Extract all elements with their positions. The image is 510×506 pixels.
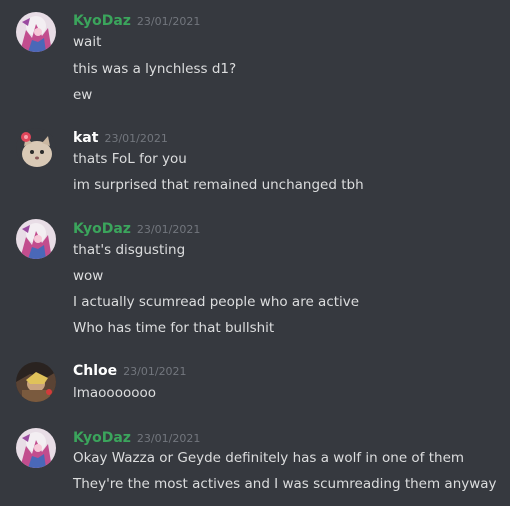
message-text: I actually scumread people who are activ… <box>73 294 360 310</box>
message-author[interactable]: KyoDaz <box>73 221 131 237</box>
message-text: Who has time for that bullshit <box>73 320 275 336</box>
message-timestamp: 23/01/2021 <box>136 432 201 445</box>
dark-character-avatar-icon[interactable] <box>16 362 56 402</box>
anime-character-avatar-icon[interactable] <box>16 428 56 468</box>
chat-message-list: KyoDaz 23/01/2021 wait this was a lynchle… <box>0 0 510 506</box>
message-text: wow <box>73 268 104 284</box>
message-timestamp: 23/01/2021 <box>136 223 201 236</box>
message-text: lmaooooooo <box>73 385 156 401</box>
message-text: wait <box>73 34 102 50</box>
anime-character-avatar-icon[interactable] <box>16 219 56 259</box>
message-text: They're the most actives and I was scumr… <box>73 476 497 492</box>
anime-character-avatar-icon[interactable] <box>16 12 56 52</box>
message-author[interactable]: Chloe <box>73 363 117 379</box>
message-text: ew <box>73 87 93 103</box>
message-text: that's disgusting <box>73 242 186 258</box>
message-timestamp: 23/01/2021 <box>123 365 187 378</box>
message-timestamp: 23/01/2021 <box>104 132 168 145</box>
message-text: im surprised that remained unchanged tbh <box>73 177 364 193</box>
message-author[interactable]: KyoDaz <box>73 13 131 29</box>
message-timestamp: 23/01/2021 <box>136 15 201 28</box>
message-text: Okay Wazza or Geyde definitely has a wol… <box>73 450 465 466</box>
message-author[interactable]: KyoDaz <box>73 430 131 446</box>
message-author[interactable]: kat <box>73 130 98 146</box>
cat-with-flower-avatar-icon[interactable] <box>16 128 56 168</box>
message-text: thats FoL for you <box>73 151 187 167</box>
message-text: this was a lynchless d1? <box>73 61 237 77</box>
